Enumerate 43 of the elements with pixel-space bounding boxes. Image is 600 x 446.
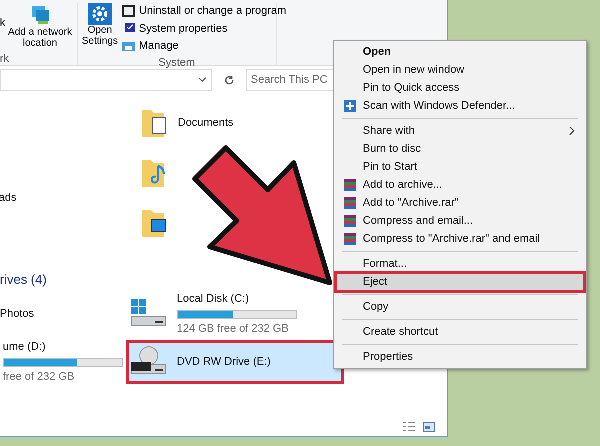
caret-down-icon xyxy=(198,77,207,83)
menu-item[interactable]: Format... xyxy=(334,255,586,273)
books-icon xyxy=(344,179,356,191)
group-label: rk xyxy=(0,52,10,65)
open-settings-button[interactable]: Open Settings xyxy=(82,3,118,47)
menu-item[interactable]: Eject xyxy=(334,271,586,293)
menu-item[interactable]: Open xyxy=(334,43,586,61)
menu-item[interactable]: Add to archive... xyxy=(334,176,586,194)
details-view-icon[interactable] xyxy=(403,422,415,432)
ribbon-command[interactable]: Uninstall or change a program xyxy=(122,3,286,20)
drive-item[interactable]: ume (D:) free of 232 GB xyxy=(0,340,122,384)
box-icon xyxy=(122,5,136,18)
menu-item[interactable]: Share with xyxy=(334,122,586,140)
books-icon xyxy=(344,197,356,209)
menu-item[interactable]: Compress to "Archive.rar" and email xyxy=(334,230,586,248)
menu-item[interactable]: Scan with Windows Defender... xyxy=(334,97,586,115)
tiles-view-icon[interactable] xyxy=(423,422,435,432)
computer-icon xyxy=(122,40,136,52)
menu-item[interactable]: Burn to disc xyxy=(334,140,586,158)
drive-name: DVD RW Drive (E:) xyxy=(177,354,272,370)
menu-item[interactable]: Pin to Start xyxy=(334,158,586,176)
ribbon-label: k xyxy=(0,16,6,30)
books-icon xyxy=(344,233,356,245)
group-label: System xyxy=(158,56,196,68)
drive-name: ume (D:) xyxy=(3,340,47,355)
folder-name[interactable]: Photos xyxy=(0,306,34,322)
menu-item[interactable]: Compress and email... xyxy=(334,212,586,230)
address-field[interactable] xyxy=(0,69,212,91)
ribbon-command[interactable]: System properties xyxy=(122,20,286,37)
drive-name: Local Disk (C:) xyxy=(177,292,250,307)
drive-item[interactable]: DVD RW Drive (E:) xyxy=(126,340,344,384)
refresh-icon xyxy=(224,74,234,86)
section-header[interactable]: rives (4) xyxy=(0,270,47,290)
menu-item[interactable]: Add to "Archive.rar" xyxy=(334,194,586,212)
books-icon xyxy=(344,215,356,227)
ribbon-command[interactable]: Manage xyxy=(122,38,286,54)
settings-icon xyxy=(88,3,112,25)
network-computer-icon xyxy=(29,5,52,27)
free-space-text: 124 GB free of 232 GB xyxy=(177,322,290,336)
checklist-icon xyxy=(122,22,136,35)
free-space-text: free of 232 GB xyxy=(3,370,76,384)
folder-name[interactable]: Documents xyxy=(178,114,234,132)
shield-icon xyxy=(344,100,356,112)
